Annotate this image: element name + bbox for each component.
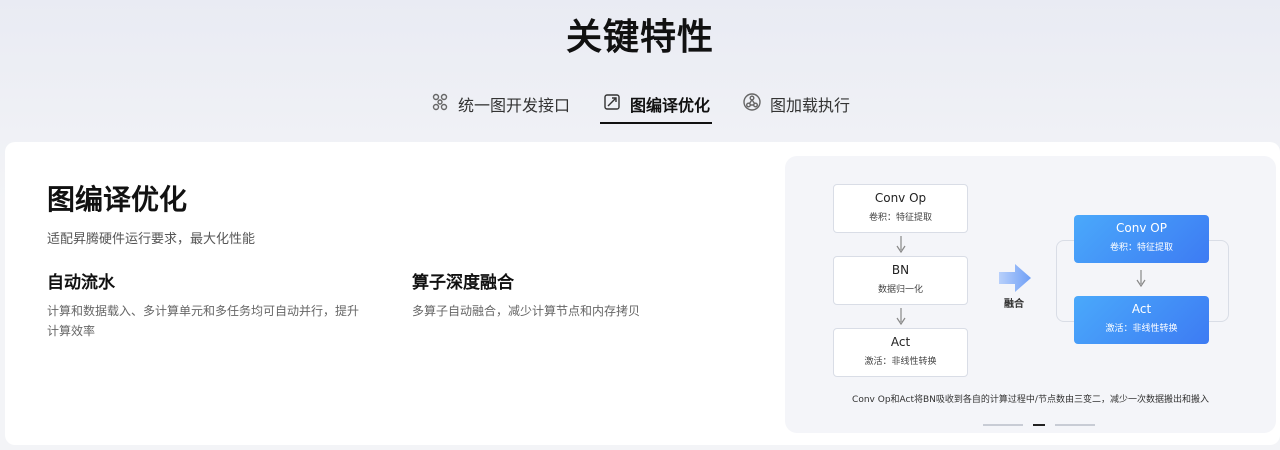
diagram-box-act-fused: Act 激活：非线性转换 [1074, 296, 1209, 344]
box-sub: 数据归一化 [877, 285, 923, 295]
diagram-box-act: Act 激活：非线性转换 [833, 328, 968, 377]
tab-graph-compile-optimization[interactable]: 图编译优化 [599, 86, 713, 124]
arrow-down-icon [896, 236, 906, 254]
feature-tabs: 统一图开发接口 图编译优化 图加载执行 [0, 86, 1280, 124]
carousel-pager [983, 424, 1095, 426]
feature-desc: 计算和数据载入、多计算单元和多任务均可自动并行，提升计算效率 [47, 304, 360, 338]
box-sub: 卷积：特征提取 [868, 213, 932, 223]
diagram-box-conv-op: Conv Op 卷积：特征提取 [833, 184, 968, 233]
diagram-caption: Conv Op和Act将BN吸收到各自的计算过程中/节点数由三变二，减少一次数据… [852, 395, 1209, 405]
feature-panel: 图编译优化 适配昇腾硬件运行要求，最大化性能 自动流水 计算和数据载入、多计算单… [5, 142, 1280, 445]
tab-label: 统一图开发接口 [457, 96, 570, 115]
tab-unified-graph-api[interactable]: 统一图开发接口 [428, 86, 572, 122]
pager-dot[interactable] [1055, 424, 1095, 426]
feature-desc: 多算子自动融合，减少计算节点和内存拷贝 [412, 304, 641, 318]
diagram-box-conv-op-fused: Conv OP 卷积：特征提取 [1074, 215, 1209, 263]
arrow-down-icon [1136, 270, 1146, 288]
box-sub: 激活：非线性转换 [1105, 324, 1178, 334]
box-sub: 激活：非线性转换 [864, 357, 937, 367]
fusion-diagram: Conv Op 卷积：特征提取 BN 数据归一化 Act 激活：非线性转换 融合 [785, 156, 1276, 433]
feature-title: 算子深度融合 [412, 273, 514, 293]
load-execute-icon [742, 92, 762, 116]
box-title: BN [891, 263, 910, 277]
feature-title: 自动流水 [47, 273, 115, 293]
pager-dot[interactable] [983, 424, 1023, 426]
tab-label: 图加载执行 [770, 96, 851, 115]
pager-dot-active[interactable] [1033, 424, 1045, 426]
box-title: Conv Op [874, 191, 927, 205]
merge-label: 融合 [1004, 299, 1024, 310]
feature-operator-fusion: 算子深度融合 多算子自动融合，减少计算节点和内存拷贝 [412, 268, 732, 321]
feature-auto-pipeline: 自动流水 计算和数据载入、多计算单元和多任务均可自动并行，提升计算效率 [47, 268, 367, 341]
box-sub: 卷积：特征提取 [1109, 243, 1173, 253]
diagram-box-bn: BN 数据归一化 [833, 256, 968, 305]
tab-label: 图编译优化 [629, 96, 710, 115]
tab-graph-load-execute[interactable]: 图加载执行 [740, 86, 852, 122]
merge-arrow-icon [999, 264, 1031, 292]
graph-nodes-icon [430, 92, 450, 116]
panel-subtitle: 适配昇腾硬件运行要求，最大化性能 [47, 232, 256, 247]
box-title: Act [890, 335, 911, 349]
arrow-down-icon [896, 308, 906, 326]
box-title: Conv OP [1116, 221, 1167, 235]
box-title: Act [1131, 302, 1152, 316]
panel-title: 图编译优化 [47, 183, 188, 216]
section-title: 关键特性 [565, 17, 714, 58]
compile-icon [602, 92, 622, 116]
